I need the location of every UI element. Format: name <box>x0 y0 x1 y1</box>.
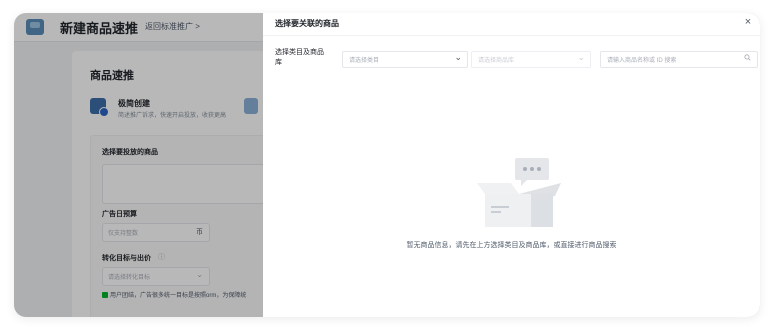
category-placeholder: 请选择类目 <box>349 58 380 64</box>
library-select[interactable]: 请选择商品库 ⌄ <box>471 51 591 68</box>
category-select[interactable]: 请选择类目 ⌄ <box>342 51 468 68</box>
chevron-down-icon: ⌄ <box>577 52 585 62</box>
chevron-down-icon: ⌄ <box>454 52 462 62</box>
search-placeholder: 请输入商品名称或 ID 搜索 <box>607 58 677 64</box>
drawer-divider <box>263 35 760 36</box>
empty-box-illustration <box>477 158 561 227</box>
product-search-input[interactable]: 请输入商品名称或 ID 搜索 <box>600 51 758 68</box>
search-icon[interactable] <box>744 54 751 61</box>
library-placeholder: 请选择商品库 <box>478 58 515 64</box>
close-icon[interactable]: × <box>742 16 754 28</box>
app-window: 新建商品速推 返回标准推广 > 商品速推 极简创建 简述推广诉求，快速开启投放，… <box>14 13 760 317</box>
product-select-drawer: 选择要关联的商品 × 选择类目及商品库 请选择类目 ⌄ 请选择商品库 ⌄ 请输入… <box>263 13 760 317</box>
empty-state-message: 暂无商品信息，请先在上方选择类目及商品库，或直接进行商品搜索 <box>406 242 617 249</box>
filter-label: 选择类目及商品库 <box>275 49 324 66</box>
drawer-title: 选择要关联的商品 <box>275 19 339 28</box>
